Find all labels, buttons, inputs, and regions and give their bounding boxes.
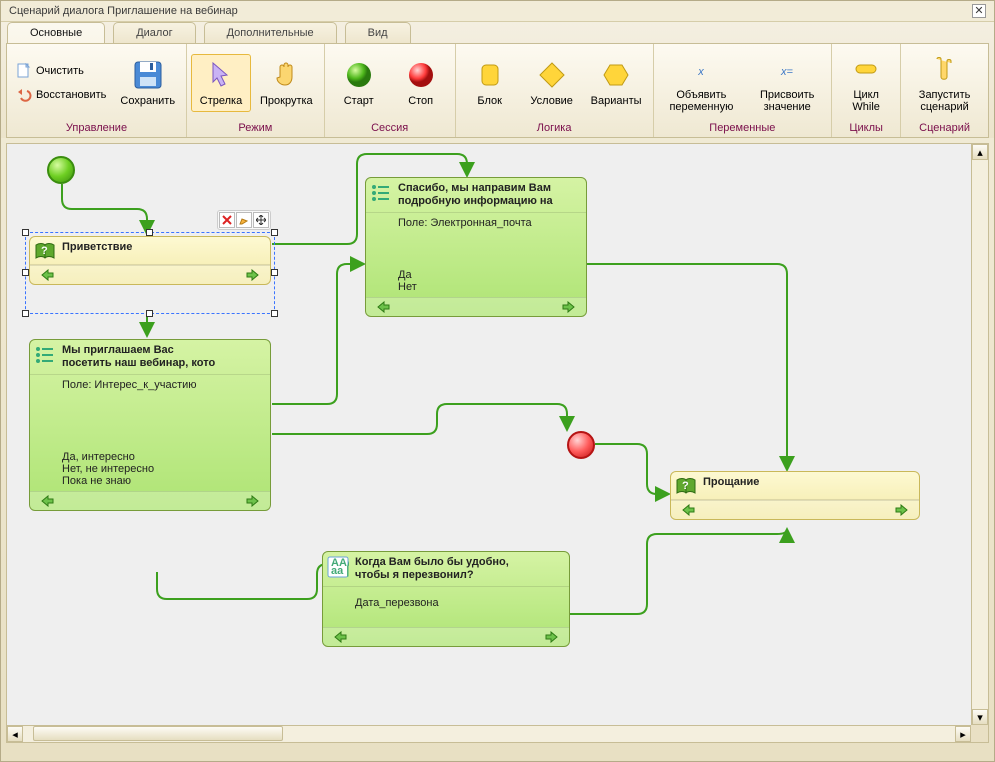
list-icon bbox=[34, 344, 56, 366]
assign-icon: x= bbox=[771, 53, 803, 85]
scroll-down-button[interactable]: ▾ bbox=[972, 709, 988, 725]
node-greeting[interactable]: ? Приветствие bbox=[29, 236, 271, 285]
node-farewell[interactable]: ? Прощание bbox=[670, 471, 920, 520]
next-arrow-icon[interactable] bbox=[246, 495, 260, 507]
next-arrow-icon[interactable] bbox=[562, 301, 576, 313]
node-thanks[interactable]: Спасибо, мы направим Вамподробную информ… bbox=[365, 177, 587, 317]
ribbon-body: Очистить Восстановить Сохранить Управлен… bbox=[6, 43, 989, 138]
svg-text:?: ? bbox=[41, 245, 48, 257]
group-vars: x Объявить переменную x= Присвоить значе… bbox=[654, 44, 833, 137]
group-scenario: Запустить сценарий Сценарий bbox=[901, 44, 988, 137]
loop-icon bbox=[850, 53, 882, 85]
group-logic: Блок Условие Варианты Логика bbox=[456, 44, 654, 137]
tab-dialog[interactable]: Диалог bbox=[113, 22, 195, 43]
scroll-thumb[interactable] bbox=[33, 726, 283, 741]
save-icon bbox=[132, 59, 164, 91]
scroll-left-button[interactable]: ◂ bbox=[7, 726, 23, 742]
hex-icon bbox=[600, 59, 632, 91]
undo-icon bbox=[16, 87, 32, 103]
arrow-button[interactable]: Стрелка bbox=[191, 54, 251, 112]
stop-icon bbox=[405, 59, 437, 91]
svg-text:aa |: aa | bbox=[331, 565, 349, 577]
mini-delete-button[interactable] bbox=[219, 212, 235, 228]
restore-button[interactable]: Восстановить bbox=[11, 84, 111, 106]
stop-node[interactable] bbox=[567, 431, 595, 459]
group-manage: Очистить Восстановить Сохранить Управлен… bbox=[7, 44, 187, 137]
group-mode: Стрелка Прокрутка Режим bbox=[187, 44, 325, 137]
assign-var-button[interactable]: x= Присвоить значение bbox=[747, 48, 827, 118]
diamond-icon bbox=[536, 59, 568, 91]
variants-button[interactable]: Варианты bbox=[584, 54, 649, 112]
ribbon: Основные Диалог Дополнительные Вид Очист… bbox=[1, 21, 994, 138]
mini-edit-button[interactable] bbox=[236, 212, 252, 228]
window-title: Сценарий диалога Приглашение на вебинар bbox=[9, 1, 238, 21]
canvas-wrap: ? Приветствие Мы приглашаем Васпосетить … bbox=[6, 143, 989, 743]
prev-arrow-icon[interactable] bbox=[40, 269, 54, 281]
hand-icon bbox=[270, 59, 302, 91]
declare-var-button[interactable]: x Объявить переменную bbox=[658, 48, 746, 118]
book-icon: ? bbox=[675, 476, 697, 498]
node-invite[interactable]: Мы приглашаем Васпосетить наш вебинар, к… bbox=[29, 339, 271, 511]
next-arrow-icon[interactable] bbox=[895, 504, 909, 516]
mini-move-button[interactable] bbox=[253, 212, 269, 228]
book-icon: ? bbox=[34, 241, 56, 263]
block-button[interactable]: Блок bbox=[460, 54, 520, 112]
start-icon bbox=[343, 59, 375, 91]
group-loops: Цикл While Циклы bbox=[832, 44, 901, 137]
prev-arrow-icon[interactable] bbox=[681, 504, 695, 516]
svg-text:?: ? bbox=[682, 480, 689, 492]
scroll-doc-icon bbox=[929, 53, 961, 85]
tab-view[interactable]: Вид bbox=[345, 22, 411, 43]
horizontal-scrollbar[interactable]: ◂ ▸ bbox=[7, 725, 971, 742]
scroll-button[interactable]: Прокрутка bbox=[253, 54, 320, 112]
block-icon bbox=[474, 59, 506, 91]
svg-text:x: x bbox=[698, 66, 705, 78]
svg-text:x=: x= bbox=[780, 66, 794, 78]
prev-arrow-icon[interactable] bbox=[376, 301, 390, 313]
window-close-button[interactable]: ✕ bbox=[972, 4, 986, 18]
run-scenario-button[interactable]: Запустить сценарий bbox=[905, 48, 984, 118]
start-node[interactable] bbox=[47, 156, 75, 184]
clear-button[interactable]: Очистить bbox=[11, 60, 111, 82]
save-button[interactable]: Сохранить bbox=[113, 54, 182, 112]
page-icon bbox=[16, 63, 32, 79]
next-arrow-icon[interactable] bbox=[545, 631, 559, 643]
scroll-up-button[interactable]: ▴ bbox=[972, 144, 988, 160]
stop-button[interactable]: Стоп bbox=[391, 54, 451, 112]
group-session: Старт Стоп Сессия bbox=[325, 44, 456, 137]
start-button[interactable]: Старт bbox=[329, 54, 389, 112]
tab-extra[interactable]: Дополнительные bbox=[204, 22, 337, 43]
node-header: ? Приветствие bbox=[30, 237, 270, 265]
list-icon bbox=[370, 182, 392, 204]
node-mini-toolbar bbox=[217, 210, 271, 230]
x-icon: x bbox=[685, 53, 717, 85]
title-bar: Сценарий диалога Приглашение на вебинар … bbox=[1, 1, 994, 21]
cursor-icon bbox=[205, 59, 237, 91]
ribbon-tabs: Основные Диалог Дополнительные Вид bbox=[1, 22, 994, 43]
prev-arrow-icon[interactable] bbox=[40, 495, 54, 507]
diagram-canvas[interactable]: ? Приветствие Мы приглашаем Васпосетить … bbox=[7, 144, 971, 725]
vertical-scrollbar[interactable]: ▴ ▾ bbox=[971, 144, 988, 725]
scroll-right-button[interactable]: ▸ bbox=[955, 726, 971, 742]
app-window: Сценарий диалога Приглашение на вебинар … bbox=[0, 0, 995, 762]
input-icon: AAAaa | bbox=[327, 556, 349, 578]
node-callback[interactable]: AAAaa | Когда Вам было бы удобно,чтобы я… bbox=[322, 551, 570, 647]
prev-arrow-icon[interactable] bbox=[333, 631, 347, 643]
scroll-track[interactable] bbox=[23, 726, 955, 742]
condition-button[interactable]: Условие bbox=[522, 54, 582, 112]
tab-main[interactable]: Основные bbox=[7, 22, 105, 43]
next-arrow-icon[interactable] bbox=[246, 269, 260, 281]
while-button[interactable]: Цикл While bbox=[836, 48, 896, 118]
